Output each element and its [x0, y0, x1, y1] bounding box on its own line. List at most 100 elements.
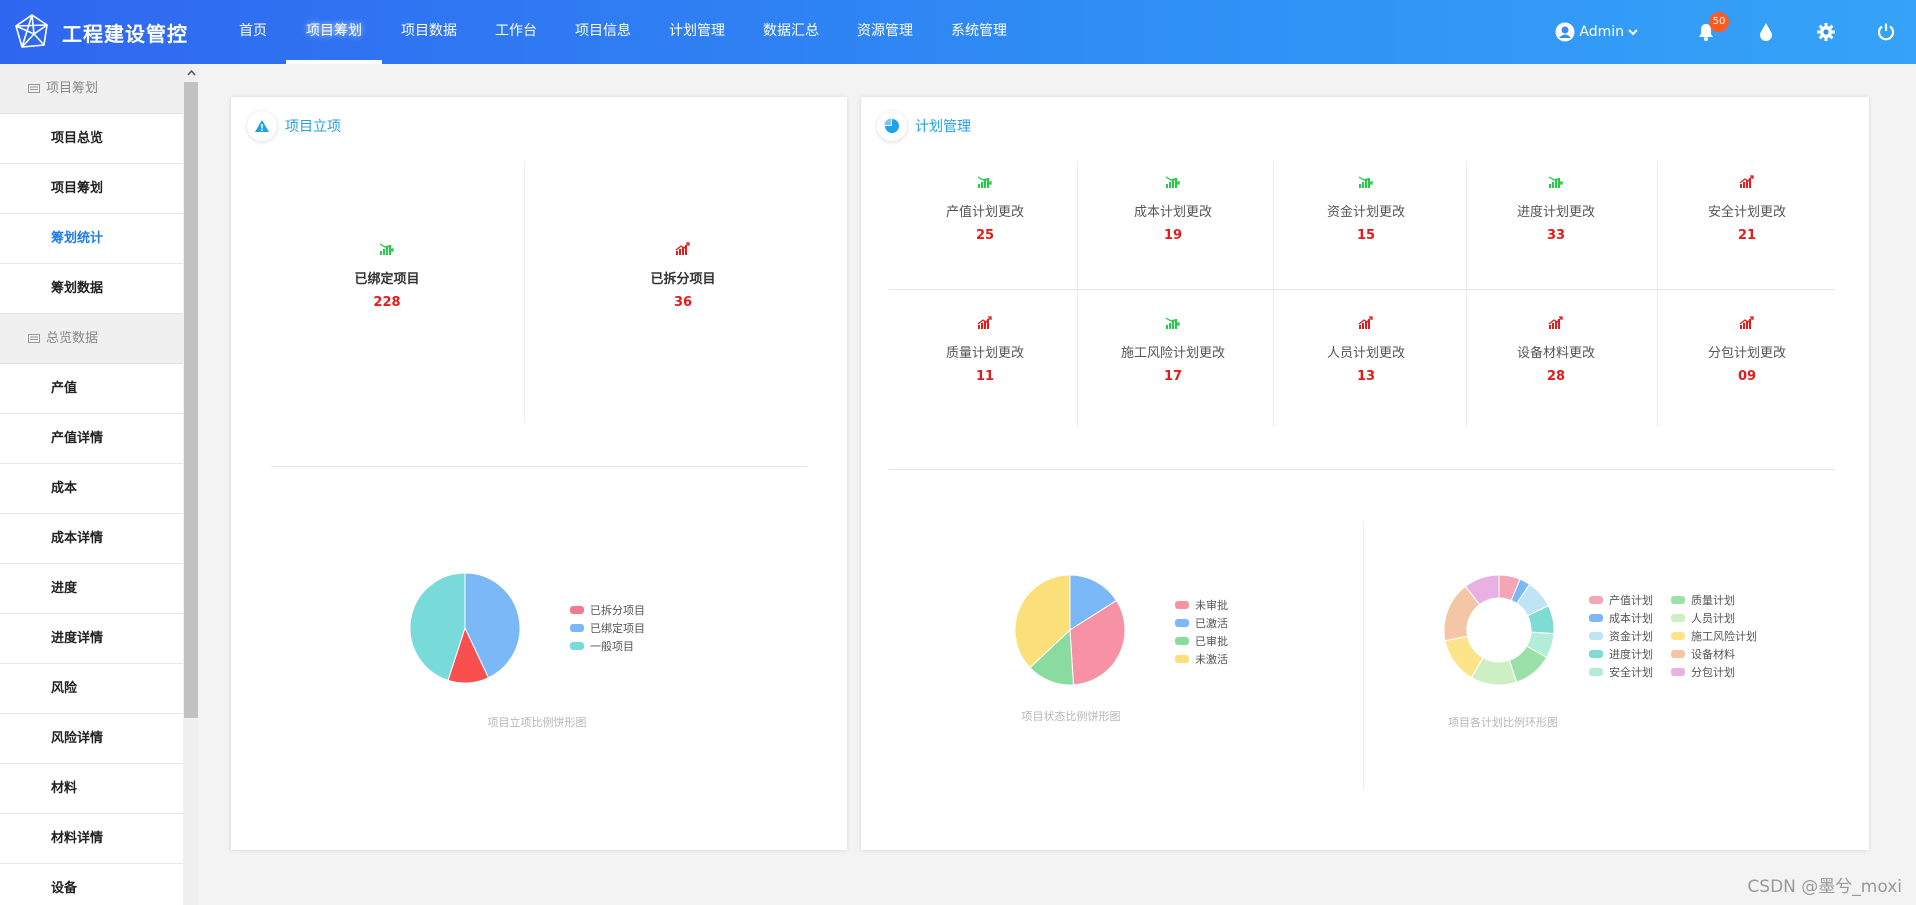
legend-entry[interactable]: 已激活 [1175, 614, 1228, 632]
sidebar-item[interactable]: 成本 [0, 464, 183, 514]
plan-stat-value: 21 [1737, 228, 1757, 243]
trend-down-icon [1165, 176, 1180, 188]
sidebar-item[interactable]: 成本详情 [0, 514, 183, 564]
trend-up-icon [977, 316, 992, 329]
drop-icon [1760, 23, 1772, 41]
plan-stat-value: 25 [975, 228, 995, 243]
legend-entry[interactable]: 成本计划 [1589, 609, 1653, 627]
legend-swatch [1671, 614, 1685, 622]
trend-up-icon [1358, 316, 1373, 329]
legend-label: 产值计划 [1609, 594, 1653, 607]
app-logo[interactable]: 工程建设管控 [12, 10, 188, 54]
settings-button[interactable] [1796, 0, 1856, 64]
plan-stat-label: 施工风险计划更改 [1120, 346, 1225, 361]
plan-stat-label: 设备材料更改 [1516, 346, 1595, 361]
nav-item-0[interactable]: 首页 [220, 0, 286, 64]
sidebar-item[interactable]: 项目筹划 [0, 164, 183, 214]
legend-entry[interactable]: 未激活 [1175, 650, 1228, 668]
power-icon [1877, 23, 1895, 41]
legend-label: 进度计划 [1609, 648, 1653, 661]
scroll-up-arrow[interactable] [183, 64, 199, 82]
sidebar-item[interactable]: 设备 [0, 864, 183, 905]
nav-item-1[interactable]: 项目筹划 [286, 0, 382, 64]
nav-item-3[interactable]: 工作台 [476, 0, 556, 64]
legend-swatch [1671, 650, 1685, 658]
stat-label: 已拆分项目 [650, 272, 716, 287]
sidebar-scrollbar[interactable] [183, 64, 199, 905]
legend-entry[interactable]: 人员计划 [1671, 609, 1757, 627]
sidebar-item[interactable]: 筹划数据 [0, 264, 183, 314]
legend-entry[interactable]: 产值计划 [1589, 591, 1653, 609]
legend-label: 一般项目 [590, 640, 634, 653]
plan-stat-tile: 产值计划更改 25 [905, 175, 1065, 243]
legend-entry[interactable]: 分包计划 [1671, 663, 1757, 681]
project-card-title: 项目立项 [247, 111, 341, 141]
sidebar-item[interactable]: 材料 [0, 764, 183, 814]
plan-stat-tile: 进度计划更改 33 [1476, 175, 1636, 243]
divider [1363, 521, 1364, 789]
nav-item-6[interactable]: 数据汇总 [744, 0, 838, 64]
plan-stat-tile: 分包计划更改 09 [1667, 316, 1827, 384]
trend-up-icon [1739, 316, 1754, 329]
legend-entry[interactable]: 未审批 [1175, 596, 1228, 614]
legend-entry[interactable]: 一般项目 [570, 637, 645, 655]
scroll-thumb[interactable] [184, 82, 198, 718]
plan-card-title: 计划管理 [877, 111, 971, 141]
legend-entry[interactable]: 进度计划 [1589, 645, 1653, 663]
trend-down-icon [977, 176, 992, 188]
legend-swatch [570, 624, 584, 632]
nav-item-8[interactable]: 系统管理 [932, 0, 1026, 64]
divider [524, 161, 525, 423]
sidebar-item[interactable]: 项目总览 [0, 114, 183, 164]
plan-stat-label: 成本计划更改 [1133, 205, 1212, 220]
legend-entry[interactable]: 资金计划 [1589, 627, 1653, 645]
nav-item-4[interactable]: 项目信息 [556, 0, 650, 64]
nav-item-7[interactable]: 资源管理 [838, 0, 932, 64]
status-pie-caption: 项目状态比例饼形图 [1021, 710, 1121, 723]
sidebar-item[interactable]: 风险详情 [0, 714, 183, 764]
project-pie-legend: 已拆分项目 已绑定项目一般项目 [570, 601, 645, 655]
sidebar-item[interactable]: 材料详情 [0, 814, 183, 864]
plan-stat-tile: 成本计划更改 19 [1093, 175, 1253, 243]
legend-entry[interactable]: 已拆分项目 [570, 601, 645, 619]
legend-label: 安全计划 [1609, 666, 1653, 679]
legend-entry[interactable]: 质量计划 [1671, 591, 1757, 609]
user-name: Admin [1579, 24, 1624, 40]
nav-item-5[interactable]: 计划管理 [650, 0, 744, 64]
plan-stat-label: 进度计划更改 [1516, 205, 1595, 220]
sidebar-item[interactable]: 风险 [0, 664, 183, 714]
legend-entry[interactable]: 已审批 [1175, 632, 1228, 650]
legend-entry[interactable]: 安全计划 [1589, 663, 1653, 681]
sidebar: 项目筹划 项目总览 项目筹划 筹划统计 筹划数据 总览数据 产值 产值详情 成本 成本详情 进度 进度… [0, 64, 183, 905]
logout-button[interactable] [1856, 0, 1916, 64]
sidebar-item[interactable]: 进度详情 [0, 614, 183, 664]
trend-down-icon [1358, 176, 1373, 188]
legend-swatch [1589, 668, 1603, 676]
plan-stat-label: 资金计划更改 [1326, 205, 1405, 220]
plan-stat-label: 安全计划更改 [1707, 205, 1786, 220]
nav-item-2[interactable]: 项目数据 [382, 0, 476, 64]
sidebar-group[interactable]: 总览数据 [0, 314, 183, 364]
legend-entry[interactable]: 已绑定项目 [570, 619, 645, 637]
sidebar-item[interactable]: 产值 [0, 364, 183, 414]
notification-button[interactable]: 50 [1676, 0, 1736, 64]
sidebar-item[interactable]: 筹划统计 [0, 214, 183, 264]
sidebar-item[interactable]: 产值详情 [0, 414, 183, 464]
plan-stat-label: 人员计划更改 [1326, 346, 1405, 361]
theme-button[interactable] [1736, 0, 1796, 64]
sidebar-group[interactable]: 项目筹划 [0, 64, 183, 114]
divider [1077, 161, 1078, 427]
legend-entry[interactable]: 设备材料 [1671, 645, 1757, 663]
main-nav: 首页 项目筹划 项目数据 工作台 项目信息 计划管理 数据汇总 资源管理 系统管理 [220, 0, 1026, 64]
divider [1466, 161, 1467, 427]
sidebar-item[interactable]: 进度 [0, 564, 183, 614]
legend-entry[interactable]: 施工风险计划 [1671, 627, 1757, 645]
user-menu[interactable]: Admin [1555, 22, 1638, 42]
project-pie-chart [409, 572, 521, 684]
plan-stat-label: 质量计划更改 [945, 346, 1024, 361]
plan-stat-value: 13 [1356, 369, 1376, 384]
legend-label: 人员计划 [1691, 612, 1735, 625]
plan-stat-tile: 设备材料更改 28 [1476, 316, 1636, 384]
list-icon [28, 334, 40, 343]
divider [1657, 161, 1658, 427]
